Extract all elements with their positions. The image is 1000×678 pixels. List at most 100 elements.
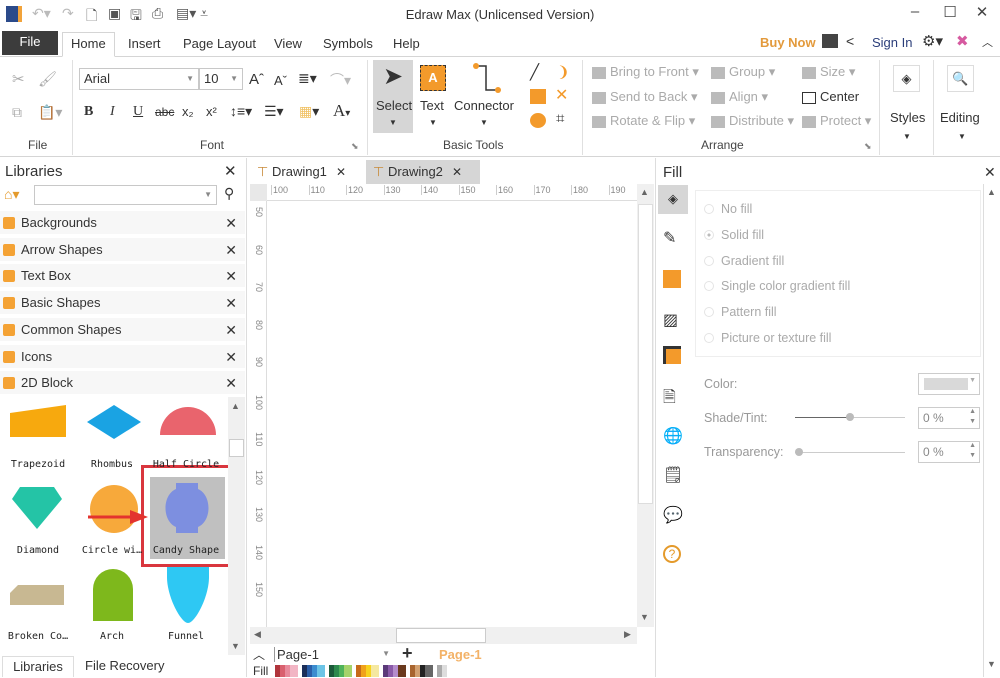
shrink-font-icon[interactable]: Aˇ xyxy=(274,73,287,88)
close-library-icon[interactable]: ✕ xyxy=(225,291,237,315)
rotate-flip-button[interactable]: Rotate & Flip ▾ xyxy=(592,113,695,129)
copy-icon[interactable]: ⧉ xyxy=(12,104,22,121)
size-button[interactable]: Size ▾ xyxy=(802,64,855,80)
scroll-up-icon[interactable]: ▲ xyxy=(640,187,649,197)
diamond-shape[interactable] xyxy=(10,485,64,531)
library-text-box[interactable]: Text Box ✕ xyxy=(0,264,245,289)
palette-swatch[interactable] xyxy=(442,665,447,677)
shade-tint-slider[interactable] xyxy=(795,413,905,421)
center-button[interactable]: Center xyxy=(802,89,859,104)
fill-option-radio[interactable]: Single color gradient fill xyxy=(704,279,850,293)
close-libraries-icon[interactable]: ✕ xyxy=(224,162,237,180)
superscript-icon[interactable]: x² xyxy=(206,104,217,119)
panel-scrollbar[interactable]: ▲ ▼ xyxy=(983,184,1000,677)
connector-button[interactable]: Connector ▼ xyxy=(454,60,516,133)
tab-drawing1[interactable]: ⊤ Drawing1 ✕ xyxy=(250,160,362,184)
close-tab-icon[interactable]: ✕ xyxy=(452,160,462,184)
tab-file[interactable]: File xyxy=(2,31,58,55)
line-tool-icon[interactable]: ╱ xyxy=(530,63,539,81)
library-icons[interactable]: Icons ✕ xyxy=(0,344,245,369)
spinner-icon[interactable]: ▲ ▼ xyxy=(969,407,976,427)
fill-option-radio[interactable]: Solid fill xyxy=(704,228,764,242)
page-properties-tab-icon[interactable]: 🗎 xyxy=(663,386,683,406)
close-library-icon[interactable]: ✕ xyxy=(225,318,237,342)
close-button[interactable]: ✕ xyxy=(967,3,997,21)
tab-home[interactable]: Home xyxy=(62,32,115,57)
underline-icon[interactable]: U xyxy=(133,104,143,120)
close-library-icon[interactable]: ✕ xyxy=(225,345,237,369)
fill-tab-icon[interactable]: ◈ xyxy=(658,185,688,214)
scroll-thumb[interactable] xyxy=(229,439,244,457)
color-picker[interactable]: ▼ xyxy=(918,373,980,395)
minimize-button[interactable]: – xyxy=(900,3,930,20)
horizontal-scrollbar[interactable]: ◀ ▶ xyxy=(250,627,637,644)
trapezoid-shape[interactable] xyxy=(8,405,68,439)
slider-thumb[interactable] xyxy=(795,448,803,456)
library-search-input[interactable]: ▼ xyxy=(34,185,217,205)
arrange-dialog-launcher-icon[interactable]: ⬊ xyxy=(864,141,872,152)
funnel-shape[interactable] xyxy=(165,567,211,625)
drawing-canvas[interactable] xyxy=(268,201,637,627)
protect-button[interactable]: Protect ▾ xyxy=(802,113,871,129)
font-dialog-launcher-icon[interactable]: ⬊ xyxy=(351,141,359,152)
library-backgrounds[interactable]: Backgrounds ✕ xyxy=(0,211,245,235)
palette-swatch[interactable] xyxy=(317,665,325,677)
scroll-right-icon[interactable]: ▶ xyxy=(624,629,631,640)
slider-thumb[interactable] xyxy=(846,413,854,421)
share-icon[interactable]: < xyxy=(846,33,854,49)
tab-view[interactable]: View xyxy=(266,33,310,57)
bullets-icon[interactable]: ☰▾ xyxy=(264,103,284,120)
close-library-icon[interactable]: ✕ xyxy=(225,264,237,288)
cross-tool-icon[interactable]: ✕ xyxy=(555,85,568,105)
font-name-select[interactable]: Arial ▼ xyxy=(79,68,199,90)
page-selector[interactable]: Page-1 ▼ xyxy=(274,647,392,662)
vertical-scrollbar[interactable]: ▲ ▼ xyxy=(637,184,654,627)
editing-button[interactable]: 🔍 Editing ▼ xyxy=(937,60,987,150)
scroll-down-icon[interactable]: ▼ xyxy=(987,659,996,669)
scroll-thumb[interactable] xyxy=(638,204,653,504)
text-curve-icon[interactable]: ⌒▾ xyxy=(330,70,351,90)
broken-corner-shape[interactable] xyxy=(8,583,66,607)
tab-page-layout[interactable]: Page Layout xyxy=(175,33,264,57)
align-text-icon[interactable]: ≣▾ xyxy=(298,70,317,87)
font-size-select[interactable]: 10 ▼ xyxy=(199,68,243,90)
close-library-icon[interactable]: ✕ xyxy=(225,371,237,395)
libraries-bottom-tab[interactable]: Libraries xyxy=(2,656,74,677)
format-painter-icon[interactable]: 🖌 xyxy=(38,70,57,88)
cut-icon[interactable]: ✂ xyxy=(12,70,25,88)
scroll-down-icon[interactable]: ▼ xyxy=(640,612,649,622)
line-tab-icon[interactable]: ✎ xyxy=(663,228,683,248)
comment-tab-icon[interactable]: 💬 xyxy=(663,505,683,525)
buy-now-link[interactable]: Buy Now xyxy=(760,35,816,50)
scroll-up-icon[interactable]: ▲ xyxy=(231,401,240,411)
fill-option-radio[interactable]: Picture or texture fill xyxy=(704,331,831,345)
transparency-input[interactable]: 0 % ▲ ▼ xyxy=(918,441,980,463)
fill-option-radio[interactable]: Gradient fill xyxy=(704,254,784,268)
help-tab-icon[interactable]: ? xyxy=(663,545,681,563)
share-board-icon[interactable] xyxy=(822,34,838,48)
rhombus-shape[interactable] xyxy=(85,403,143,441)
palette-swatch[interactable] xyxy=(290,665,298,677)
paste-icon[interactable]: 📋▾ xyxy=(38,104,62,121)
tab-symbols[interactable]: Symbols xyxy=(315,33,381,57)
image-tab-icon[interactable]: ▨ xyxy=(663,310,683,330)
close-library-icon[interactable]: ✕ xyxy=(225,211,237,235)
italic-icon[interactable]: I xyxy=(110,104,115,120)
distribute-button[interactable]: Distribute ▾ xyxy=(711,113,794,129)
add-page-button[interactable]: + xyxy=(402,643,413,664)
arch-shape[interactable] xyxy=(91,567,135,623)
fill-option-radio[interactable]: Pattern fill xyxy=(704,305,777,319)
globe-tab-icon[interactable]: 🌐 xyxy=(663,426,683,446)
spinner-icon[interactable]: ▲ ▼ xyxy=(969,441,976,461)
close-library-icon[interactable]: ✕ xyxy=(225,238,237,262)
home-icon[interactable]: ⌂▾ xyxy=(4,186,19,203)
font-color-icon[interactable]: A▾ xyxy=(333,101,350,121)
crop-tool-icon[interactable]: ⌗ xyxy=(556,110,564,127)
library-common-shapes[interactable]: Common Shapes ✕ xyxy=(0,317,245,342)
styles-button[interactable]: ◈ Styles ▼ xyxy=(884,60,930,150)
close-tab-icon[interactable]: ✕ xyxy=(336,160,346,184)
palette-swatch[interactable] xyxy=(371,665,379,677)
library-basic-shapes[interactable]: Basic Shapes ✕ xyxy=(0,291,245,316)
subscript-icon[interactable]: x₂ xyxy=(182,104,194,119)
sign-in-link[interactable]: Sign In xyxy=(872,35,912,50)
